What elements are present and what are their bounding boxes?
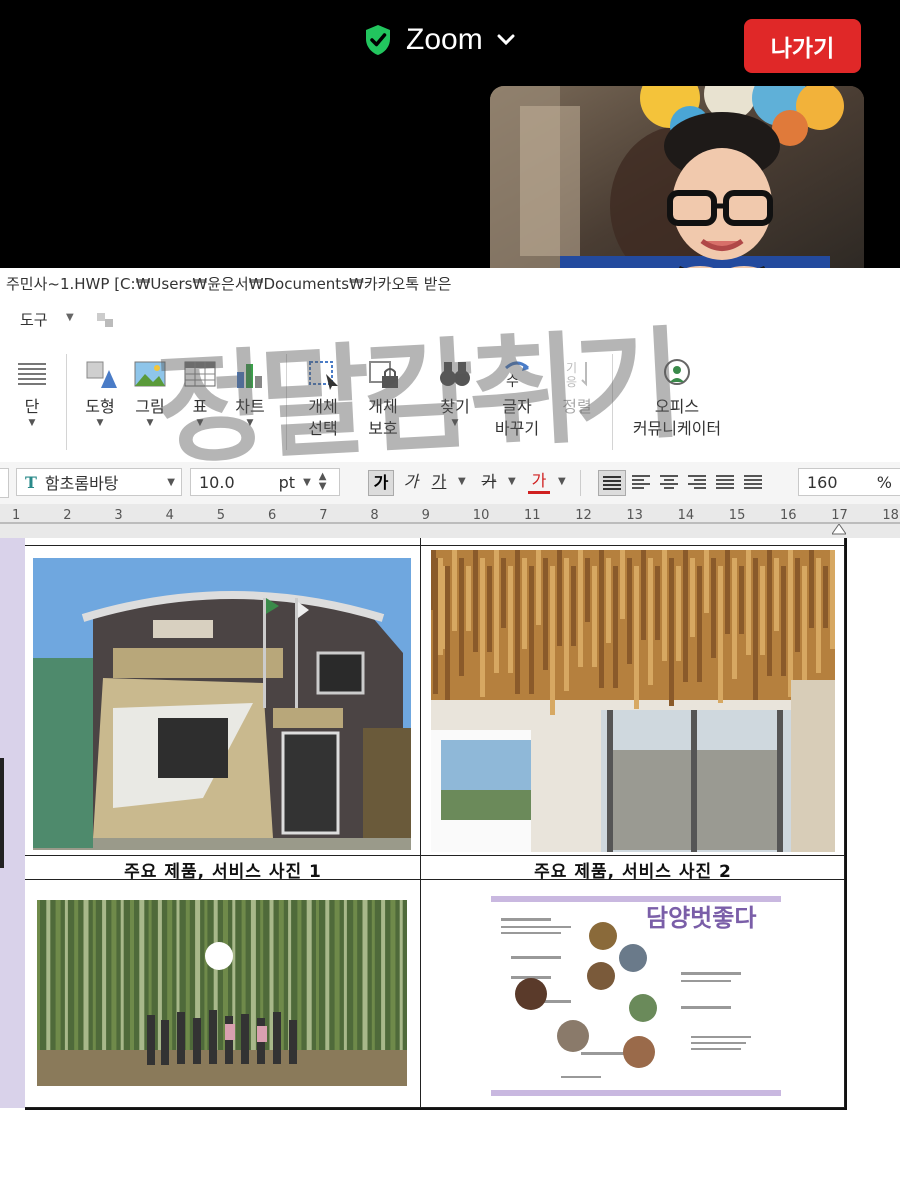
photo-table[interactable]: 주요 제품, 서비스 사진 1 주요 제품, 서비스 사진 2 담양벗좋다	[25, 538, 847, 1110]
zoom-title-label: Zoom	[406, 23, 483, 56]
align-distribute-icon[interactable]	[712, 470, 738, 494]
ruler-tick-label: 17	[831, 508, 848, 523]
font-type-icon: T	[25, 472, 37, 492]
handwritten-watermark: 정말감취기	[152, 315, 681, 482]
caret-down-icon[interactable]: ▼	[458, 476, 466, 487]
ribbon-shape-button[interactable]: 도형 ▼	[78, 358, 122, 428]
caret-down-icon[interactable]: ▼	[558, 476, 566, 487]
caption-product-photo-2: 주요 제품, 서비스 사진 2	[534, 862, 732, 882]
table-header-cell	[421, 538, 845, 546]
caret-down-icon: ▼	[66, 312, 74, 323]
shape-icon	[83, 358, 117, 390]
ruler-tick-label: 8	[370, 508, 379, 523]
ruler-tick-label: 2	[63, 508, 72, 523]
ruler-tick-label: 12	[575, 508, 592, 523]
menu-tools[interactable]: 도구	[20, 309, 48, 330]
ruler-tick-label: 5	[216, 508, 226, 523]
font-select[interactable]: T 함초롬바탕 ▼	[16, 468, 182, 496]
align-left-icon[interactable]	[628, 470, 654, 494]
document-area: 주요 제품, 서비스 사진 1 주요 제품, 서비스 사진 2 담양벗좋다	[0, 538, 900, 1188]
columns-icon	[15, 358, 49, 390]
toolbar-small-icon[interactable]	[95, 310, 117, 330]
ruler-baseline	[0, 522, 900, 524]
photo-cell-building[interactable]	[25, 546, 421, 856]
zoom-level-field[interactable]: 160 %	[798, 468, 900, 496]
photo-cell-interior[interactable]	[421, 546, 845, 856]
horizontal-ruler[interactable]: 1 2 3 4 5 6 7 8 9 10 11 12 13 14 15 16 17 18	[0, 504, 900, 539]
photo-cell-bamboo[interactable]	[25, 880, 421, 1108]
ruler-tick-label: 9	[421, 508, 430, 523]
style-box-edge[interactable]	[0, 468, 9, 498]
caption-cell-2: 주요 제품, 서비스 사진 2	[421, 856, 845, 882]
participant-video[interactable]	[490, 86, 864, 296]
photo-cell-poster[interactable]: 담양벗좋다	[421, 880, 845, 1108]
chevron-down-icon	[497, 34, 515, 46]
ribbon-separator	[66, 354, 67, 450]
ruler-tick-label: 11	[524, 508, 541, 523]
caption-product-photo-1: 주요 제품, 서비스 사진 1	[124, 862, 322, 882]
ruler-tick-label: 16	[780, 508, 797, 523]
caret-down-icon: ▼	[96, 418, 104, 428]
avatar-video-image	[490, 86, 864, 296]
caption-cell-1: 주요 제품, 서비스 사진 1	[25, 856, 421, 882]
zoom-title-dropdown[interactable]: Zoom	[364, 20, 515, 60]
align-justify-icon	[603, 476, 621, 490]
align-justify-button[interactable]	[598, 470, 626, 496]
ruler-tick-label: 4	[165, 508, 174, 523]
poster-title: 담양벗좋다	[646, 904, 756, 932]
left-column-text-fragment	[0, 758, 4, 868]
ruler-tick-label: 3	[114, 508, 123, 523]
align-center-icon[interactable]	[656, 470, 682, 494]
font-color-button[interactable]: 가	[528, 470, 550, 494]
ruler-tick-label: 7	[319, 508, 328, 523]
underline-button[interactable]: 가	[428, 470, 450, 494]
shield-check-icon	[364, 24, 392, 56]
table-header-cell	[25, 538, 421, 546]
building-photo	[33, 558, 411, 850]
ruler-tick-label: 14	[677, 508, 695, 523]
document-title-bar: 주민사~1.HWP [C:₩Users₩윤은서₩Documents₩카카오톡 받…	[0, 268, 900, 300]
ruler-tick-label: 6	[268, 508, 277, 523]
window-title: 주민사~1.HWP [C:₩Users₩윤은서₩Documents₩카카오톡 받…	[6, 275, 452, 293]
caret-down-icon[interactable]: ▼	[508, 476, 516, 487]
interior-photo	[431, 550, 835, 852]
ruler-tick-label: 15	[728, 508, 746, 523]
strikethrough-button[interactable]: 가	[478, 470, 500, 494]
left-table-column	[0, 538, 26, 1108]
caret-down-icon: ▼	[28, 418, 36, 428]
ruler-tick-label: 1	[12, 508, 21, 523]
tour-poster-image: 담양벗좋다	[491, 896, 781, 1096]
align-right-icon[interactable]	[684, 470, 710, 494]
align-divide-icon[interactable]	[740, 470, 766, 494]
ruler-tick-label: 18	[882, 508, 899, 523]
bamboo-forest-photo	[37, 900, 407, 1086]
leave-meeting-button[interactable]: 나가기	[744, 19, 861, 73]
toolbar-separator	[580, 470, 581, 496]
ribbon-columns-button[interactable]: 단 ▼	[10, 358, 54, 428]
ruler-indent-marker-icon[interactable]	[832, 524, 846, 536]
ruler-tick-label: 10	[472, 508, 490, 523]
ruler-tick-label: 13	[626, 508, 643, 523]
